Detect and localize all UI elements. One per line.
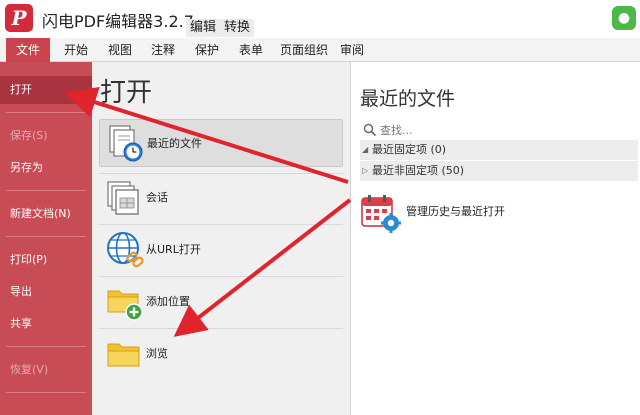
app-title: 闪电PDF编辑器3.2.7: [42, 12, 194, 31]
nav-share[interactable]: 共享: [0, 310, 92, 338]
title-bar: P 闪电PDF编辑器3.2.7 编辑 转换 ●: [0, 0, 640, 38]
tab-page-organize[interactable]: 页面组织: [270, 38, 338, 62]
tab-comment[interactable]: 注释: [141, 38, 185, 62]
nav-open[interactable]: 打开: [0, 76, 92, 104]
search-icon: [363, 123, 377, 137]
nav-divider: [6, 190, 86, 191]
open-option-label: 会话: [146, 191, 168, 204]
open-option-session[interactable]: 会话: [99, 174, 343, 222]
manage-history-label: 管理历史与最近打开: [406, 205, 505, 218]
context-tab-edit[interactable]: 编辑: [186, 19, 220, 37]
option-divider: [99, 224, 343, 225]
nav-divider: [6, 346, 86, 347]
nav-new-document[interactable]: 新建文档(N): [0, 200, 92, 228]
open-option-recent-files[interactable]: 最近的文件: [99, 119, 343, 167]
tab-file[interactable]: 文件: [6, 38, 51, 62]
app-logo-icon: P: [5, 4, 33, 32]
open-option-add-location[interactable]: 添加位置: [99, 278, 343, 326]
open-option-label: 最近的文件: [147, 137, 202, 150]
tab-protect[interactable]: 保护: [185, 38, 229, 62]
open-option-browse[interactable]: 浏览: [99, 330, 343, 378]
nav-print[interactable]: 打印(P): [0, 246, 92, 274]
open-option-label: 浏览: [146, 347, 168, 360]
open-option-label: 从URL打开: [146, 243, 201, 256]
tab-form[interactable]: 表单: [229, 38, 273, 62]
option-divider: [99, 328, 343, 329]
nav-export[interactable]: 导出: [0, 278, 92, 306]
search-box: [360, 120, 632, 140]
nav-restore[interactable]: 恢复(V): [0, 356, 92, 384]
recent-files-clock-icon: [109, 125, 143, 162]
group-pinned[interactable]: ◢ 最近固定项 (0): [360, 140, 638, 160]
open-options-panel: 打开 最近的文件 会话 从URL打开 添加位置 浏览: [92, 62, 351, 415]
panel-title: 打开: [100, 78, 153, 108]
manage-history-button[interactable]: 管理历史与最近打开: [360, 190, 560, 234]
ribbon-tabs: 文件 开始 视图 注释 保护 表单 页面组织 审阅: [0, 38, 640, 62]
globe-link-icon: [107, 232, 144, 268]
context-tab-convert[interactable]: 转换: [220, 19, 254, 37]
wechat-icon[interactable]: ●: [612, 6, 636, 30]
folder-add-icon: [107, 290, 143, 321]
nav-save-as[interactable]: 另存为: [0, 154, 92, 182]
expanded-triangle-icon: ◢: [362, 145, 369, 154]
search-input[interactable]: [380, 120, 630, 140]
context-tabs: 编辑 转换: [186, 19, 255, 37]
nav-divider: [6, 236, 86, 237]
collapsed-triangle-icon: ▷: [362, 166, 369, 175]
session-icon: [107, 181, 139, 215]
open-option-label: 添加位置: [146, 295, 190, 308]
nav-divider: [6, 112, 86, 113]
calendar-gear-icon: [361, 195, 401, 233]
recent-files-panel: 最近的文件 ◢ 最近固定项 (0) ▷ 最近非固定项 (50): [352, 62, 640, 415]
tab-review[interactable]: 审阅: [330, 38, 374, 62]
open-option-from-url[interactable]: 从URL打开: [99, 226, 343, 274]
tab-home[interactable]: 开始: [54, 38, 98, 62]
recent-files-title: 最近的文件: [360, 88, 456, 110]
backstage-nav: 打开 保存(S) 另存为 新建文档(N) 打印(P) 导出 共享 恢复(V): [0, 62, 92, 415]
tab-view[interactable]: 视图: [98, 38, 142, 62]
folder-icon: [107, 343, 140, 367]
option-divider: [99, 276, 343, 277]
nav-save[interactable]: 保存(S): [0, 122, 92, 150]
group-unpinned[interactable]: ▷ 最近非固定项 (50): [360, 161, 638, 181]
nav-divider: [6, 392, 86, 393]
